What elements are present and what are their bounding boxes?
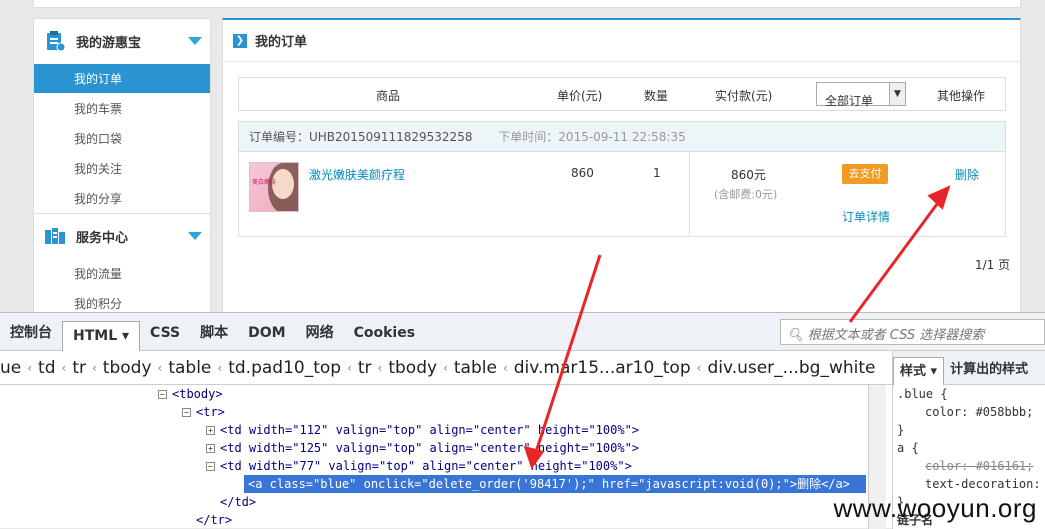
chevron-down-icon[interactable]: ▼ — [889, 83, 905, 105]
breadcrumb-separator-icon: ‹ — [443, 360, 448, 375]
order-info-bar: 订单编号：UHB201509111829532258 下单时间：2015-09-… — [239, 122, 1005, 152]
breadcrumb-separator-icon: ‹ — [27, 360, 33, 375]
tab-css[interactable]: CSS — [140, 313, 190, 351]
tree-node[interactable]: + <td width="112" valign="top" align="cen… — [206, 421, 639, 439]
sidebar-item-tickets[interactable]: 我的车票 — [34, 93, 210, 123]
tab-script[interactable]: 脚本 — [190, 313, 238, 351]
order-number: 订单编号：UHB201509111829532258 — [249, 130, 473, 144]
product-name-link[interactable]: 激光嫩肤美颜疗程 — [309, 166, 405, 183]
column-header-paid: 实付款(元) — [715, 89, 773, 103]
breadcrumb-item[interactable]: td — [38, 358, 55, 378]
breadcrumb-item[interactable]: table — [454, 358, 497, 378]
expand-icon[interactable]: + — [206, 426, 215, 435]
breadcrumb-separator-icon: ‹ — [91, 360, 97, 375]
css-declaration[interactable]: color: #058bbb; — [897, 403, 1045, 421]
breadcrumb-separator-icon: ‹ — [347, 360, 352, 375]
watermark: www.wooyun.org — [833, 493, 1037, 523]
column-header-quantity: 数量 — [644, 89, 669, 103]
breadcrumb-item[interactable]: table — [168, 358, 211, 378]
tab-computed[interactable]: 计算出的样式 — [944, 358, 1034, 377]
tree-node[interactable]: − <tbody> — [158, 385, 223, 403]
sidebar-section-title: 服务中心 — [76, 230, 129, 246]
column-header-actions: 其他操作 — [937, 89, 986, 103]
sidebar-item-orders[interactable]: 我的订单 — [34, 63, 210, 93]
breadcrumb-item[interactable]: tr — [72, 358, 86, 378]
collapse-icon[interactable]: − — [182, 408, 191, 417]
breadcrumb-separator-icon: ‹ — [377, 360, 383, 375]
unit-price: 860 — [571, 166, 594, 180]
delete-order-link[interactable]: 删除 — [955, 166, 979, 183]
pagination: 1/1 页 — [975, 258, 1011, 272]
tab-dom[interactable]: DOM — [238, 313, 295, 351]
sidebar: 我的游惠宝 我的订单 我的车票 我的口袋 我的关注 我的分享 服务中心 我的流量… — [33, 18, 211, 318]
thumbnail-caption: 美白嫩肤 — [252, 179, 277, 186]
panel-header: ❯ 我的订单 — [223, 20, 1020, 62]
breadcrumb: ue ‹ td ‹ tr ‹ tbody ‹ table ‹ td.pad10_top ‹ tr ‹ tbo… — [0, 351, 892, 385]
css-declaration[interactable]: text-decoration: — [897, 475, 1045, 493]
breadcrumb-separator-icon: ‹ — [217, 360, 223, 375]
breadcrumb-item[interactable]: div.mar15...ar10_top — [514, 358, 691, 378]
tab-html[interactable]: HTML ▾ — [62, 320, 141, 351]
breadcrumb-separator-icon: ‹ — [696, 360, 702, 375]
css-rule-selector: a { — [897, 441, 919, 455]
devtools-search-input[interactable]: 🔍︎ 根据文本或者 CSS 选择器搜索 — [780, 319, 1045, 345]
quantity: 1 — [653, 166, 661, 180]
breadcrumb-item[interactable]: div.user_...bg_white — [707, 358, 875, 378]
pay-button[interactable]: 去支付 — [842, 164, 888, 184]
collapse-icon[interactable]: − — [158, 390, 167, 399]
column-header-price: 单价(元) — [557, 89, 603, 103]
css-declaration-overridden[interactable]: color: #016161; — [897, 457, 1045, 475]
sidebar-section-youhuibao[interactable]: 我的游惠宝 — [34, 19, 210, 63]
style-tabs: 样式 ▾ 计算出的样式 — [892, 351, 1045, 385]
sidebar-item-share[interactable]: 我的分享 — [34, 183, 210, 213]
tree-node[interactable]: + <td width="125" valign="top" align="cen… — [206, 439, 639, 457]
sidebar-item-traffic[interactable]: 我的流量 — [34, 258, 210, 288]
breadcrumb-item[interactable]: td.pad10_top — [228, 358, 341, 378]
arrow-right-icon: ❯ — [233, 33, 247, 48]
sidebar-section-title: 我的游惠宝 — [76, 35, 142, 51]
css-rule-selector: .blue { — [897, 387, 948, 401]
order-filter-select[interactable]: 全部订单 ▼ — [816, 82, 906, 108]
breadcrumb-item[interactable]: tbody — [103, 358, 152, 378]
shipping-fee: (含邮费:0元) — [714, 188, 778, 201]
expand-icon[interactable]: + — [206, 444, 215, 453]
tab-network[interactable]: 网络 — [296, 313, 344, 351]
page-title: 我的订单 — [255, 35, 308, 50]
tree-node[interactable]: − <tr> — [182, 403, 225, 421]
breadcrumb-separator-icon: ‹ — [502, 360, 508, 375]
tab-cookies[interactable]: Cookies — [344, 313, 425, 351]
order-filter-value: 全部订单 — [825, 94, 874, 108]
sidebar-item-follow[interactable]: 我的关注 — [34, 153, 210, 183]
product-thumbnail[interactable]: 美白嫩肤 — [249, 162, 299, 212]
chevron-down-icon[interactable] — [188, 37, 202, 45]
search-icon: 🔍︎ — [787, 328, 804, 343]
tab-styles[interactable]: 样式 ▾ — [893, 356, 945, 385]
top-panel-strip — [33, 0, 1021, 8]
css-rule-end: } — [897, 423, 905, 437]
order-detail-link[interactable]: 订单详情 — [842, 208, 890, 225]
breadcrumb-separator-icon: ‹ — [157, 360, 163, 375]
order-card: 订单编号：UHB201509111829532258 下单时间：2015-09-… — [238, 121, 1006, 237]
clipboard-icon — [47, 31, 66, 52]
tree-node[interactable]: − <td width="77" valign="top" align="cent… — [206, 457, 632, 475]
service-icon — [45, 228, 65, 244]
html-tree: − <tbody> − <tr> + <td width="112" valign="… — [0, 385, 868, 529]
tree-node-selected[interactable]: <a class="blue" onclick="delete_order('9… — [244, 475, 866, 493]
order-time: 下单时间：2015-09-11 22:58:35 — [498, 130, 686, 144]
orders-panel: ❯ 我的订单 商品 单价(元) 数量 实付款(元) 全部订单 ▼ 其他操作 订单… — [222, 18, 1021, 318]
breadcrumb-separator-icon: ‹ — [61, 360, 67, 375]
tab-console[interactable]: 控制台 — [0, 313, 62, 351]
tree-node[interactable]: </tr> — [196, 511, 232, 529]
column-header-product: 商品 — [376, 89, 401, 103]
tree-node[interactable]: </td> — [220, 493, 256, 511]
breadcrumb-item[interactable]: tbody — [388, 358, 437, 378]
table-header: 商品 单价(元) 数量 实付款(元) 全部订单 ▼ 其他操作 — [238, 77, 1006, 111]
paid-amount: 860元 — [731, 168, 766, 182]
chevron-down-icon[interactable] — [188, 232, 202, 240]
sidebar-item-pocket[interactable]: 我的口袋 — [34, 123, 210, 153]
sidebar-section-service[interactable]: 服务中心 — [34, 214, 210, 258]
breadcrumb-item[interactable]: tr — [358, 358, 372, 378]
breadcrumb-item[interactable]: ue — [0, 358, 21, 378]
collapse-icon[interactable]: − — [206, 462, 215, 471]
